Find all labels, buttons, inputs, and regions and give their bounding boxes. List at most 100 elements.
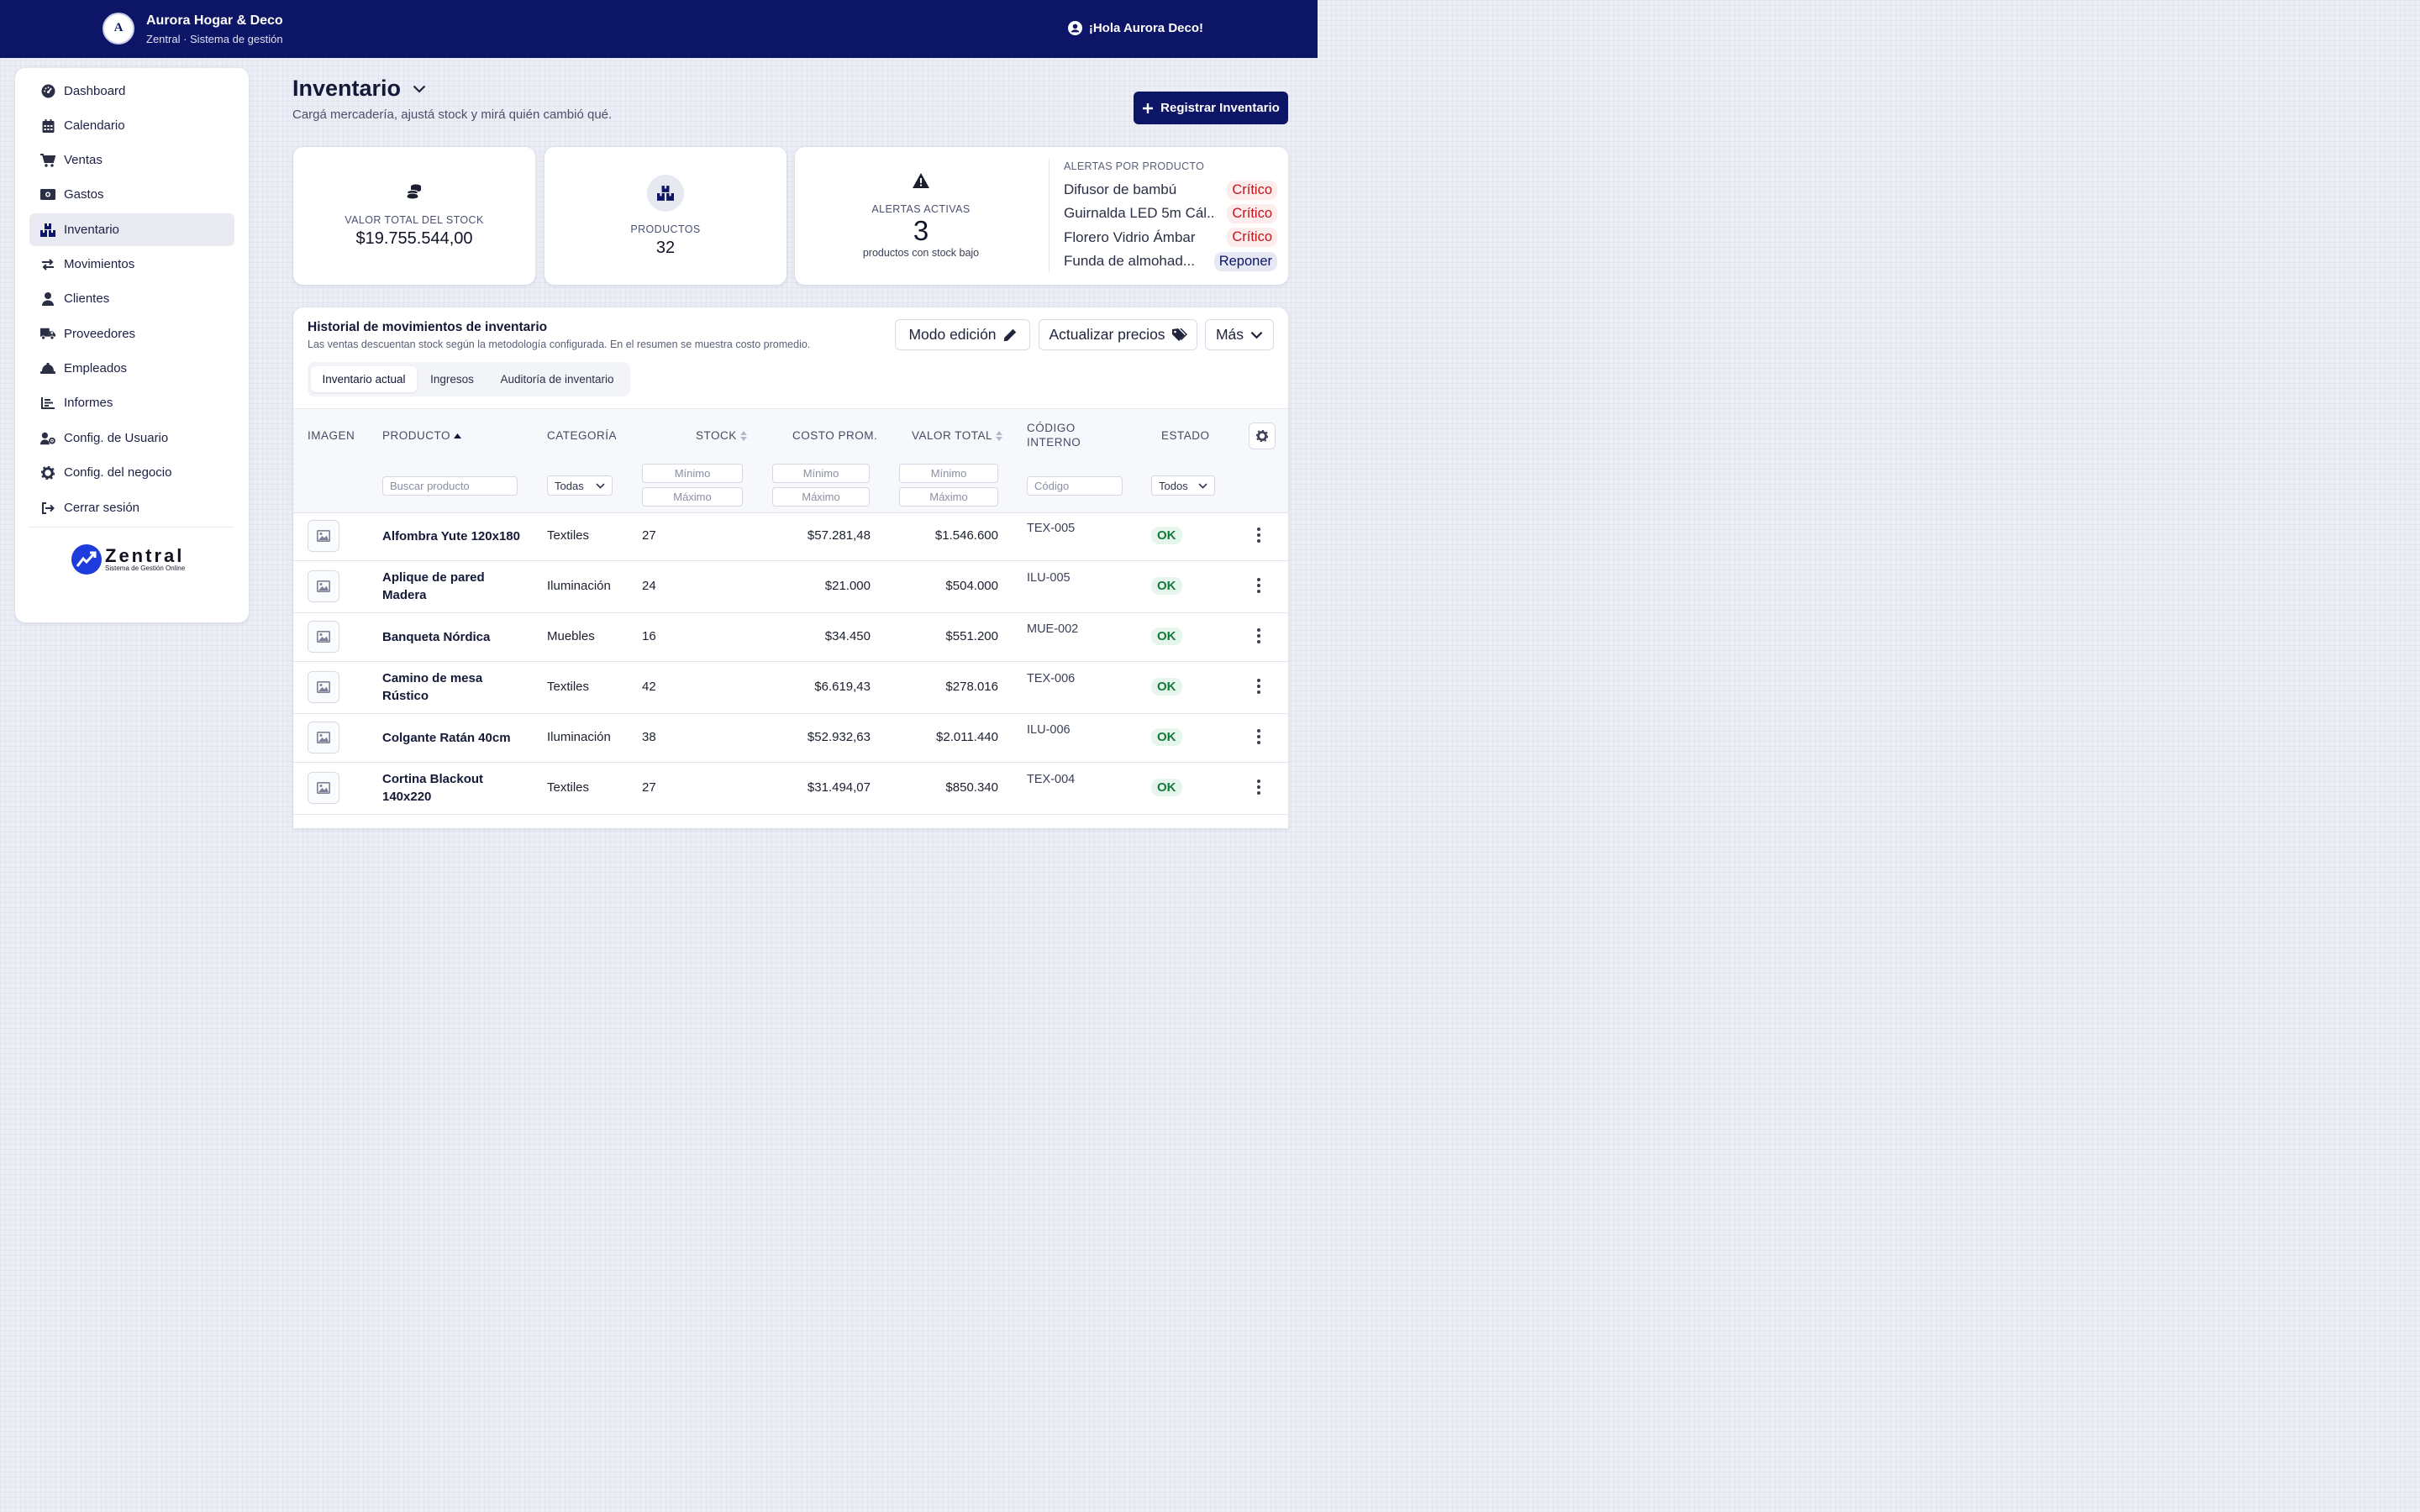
money-icon (40, 187, 55, 202)
chevron-down-icon (1198, 483, 1207, 489)
alert-product-name: Florero Vidrio Ámbar (1064, 228, 1196, 245)
active-alerts-caption: productos con stock bajo (862, 247, 980, 259)
table-row[interactable]: Cortina Blackout 140x220 Textiles 27 $31… (293, 763, 1288, 815)
tab-auditoria[interactable]: Auditoría de inventario (487, 366, 627, 392)
brand-subtitle: Zentral · Sistema de gestión (146, 33, 283, 45)
row-menu-icon[interactable] (1256, 679, 1261, 694)
column-header-avg-cost: COSTO PROM. (792, 429, 878, 442)
status-badge: OK (1151, 577, 1182, 595)
alert-item[interactable]: Guirnalda LED 5m Cál... Crítico (1064, 202, 1277, 225)
edit-mode-button[interactable]: Modo edición (895, 319, 1030, 350)
alert-item[interactable]: Difusor de bambú Crítico (1064, 178, 1277, 202)
active-alerts-label: ALERTAS ACTIVAS (871, 203, 971, 215)
cost-min-input[interactable]: Mínimo (772, 464, 870, 483)
brand-name: Aurora Hogar & Deco (146, 13, 283, 28)
sidebar-item-label: Empleados (64, 361, 128, 375)
alert-product-name: Difusor de bambú (1064, 181, 1177, 198)
product-stock: 27 (642, 780, 656, 795)
image-placeholder-icon[interactable] (308, 722, 339, 753)
sidebar-item-gastos[interactable]: Gastos (29, 178, 234, 211)
alert-item[interactable]: Funda de almohad... Reponer (1064, 249, 1277, 273)
register-inventory-button[interactable]: Registrar Inventario (1134, 92, 1288, 124)
row-menu-icon[interactable] (1256, 729, 1261, 744)
tab-inventario-actual[interactable]: Inventario actual (311, 366, 417, 392)
image-placeholder-icon[interactable] (308, 621, 339, 653)
sidebar-item-config-usuario[interactable]: Config. de Usuario (29, 422, 234, 454)
sidebar-item-dashboard[interactable]: Dashboard (29, 75, 234, 108)
sidebar-item-ventas[interactable]: Ventas (29, 144, 234, 176)
row-menu-icon[interactable] (1256, 628, 1261, 643)
product-name: Cortina Blackout 140x220 (382, 772, 484, 804)
calendar-icon (40, 118, 55, 134)
cost-max-input[interactable]: Máximo (772, 487, 870, 507)
sidebar-item-proveedores[interactable]: Proveedores (29, 318, 234, 350)
sidebar-item-informes[interactable]: Informes (29, 386, 234, 419)
value-min-input[interactable]: Mínimo (899, 464, 998, 483)
image-placeholder-icon[interactable] (308, 772, 339, 804)
chart-icon (40, 396, 55, 411)
chevron-down-icon[interactable] (413, 85, 426, 93)
plus-icon (1143, 102, 1154, 113)
user-greeting[interactable]: ¡Hola Aurora Deco! (1067, 21, 1203, 35)
category-filter-select[interactable]: Todas (547, 475, 613, 496)
row-menu-icon[interactable] (1256, 578, 1261, 593)
product-avg-cost: $57.281,48 (807, 528, 871, 543)
sidebar-item-config-negocio[interactable]: Config. del negocio (29, 456, 234, 489)
status-badge: OK (1151, 728, 1182, 746)
table-row[interactable]: Camino de mesa Rústico Textiles 42 $6.61… (293, 662, 1288, 714)
table-row[interactable]: Banqueta Nórdica Muebles 16 $34.450 $551… (293, 613, 1288, 662)
chevron-down-icon (1250, 331, 1263, 339)
product-code: TEX-004 (1027, 773, 1076, 786)
edit-mode-label: Modo edición (908, 326, 997, 343)
stock-value-card: VALOR TOTAL DEL STOCK $19.755.544,00 (293, 147, 535, 285)
column-header-total-value[interactable]: VALOR TOTAL (912, 429, 1003, 442)
sidebar-item-calendario[interactable]: Calendario (29, 109, 234, 142)
sidebar-item-clientes[interactable]: Clientes (29, 282, 234, 315)
product-code: ILU-005 (1027, 571, 1071, 585)
product-code: MUE-002 (1027, 622, 1079, 636)
status-badge: OK (1151, 779, 1182, 796)
value-max-input[interactable]: Máximo (899, 487, 998, 507)
alert-status-badge: Reponer (1213, 251, 1277, 271)
alert-product-name: Guirnalda LED 5m Cál... (1064, 205, 1215, 222)
active-alerts-summary: ALERTAS ACTIVAS 3 productos con stock ba… (795, 147, 1047, 285)
alert-item[interactable]: Florero Vidrio Ámbar Crítico (1064, 226, 1277, 249)
code-filter-input[interactable]: Código (1027, 476, 1123, 496)
product-category: Muebles (547, 629, 595, 643)
product-total-value: $504.000 (945, 579, 998, 593)
sidebar-item-empleados[interactable]: Empleados (29, 352, 234, 385)
product-name: Alfombra Yute 120x180 (382, 529, 520, 543)
product-avg-cost: $6.619,43 (814, 680, 871, 694)
tab-ingresos[interactable]: Ingresos (422, 366, 482, 392)
product-stock: 16 (642, 629, 656, 643)
row-menu-icon[interactable] (1256, 780, 1261, 795)
table-settings-button[interactable] (1249, 423, 1276, 449)
image-placeholder-icon[interactable] (308, 520, 339, 552)
product-search-input[interactable]: Buscar producto (382, 476, 518, 496)
column-header-stock[interactable]: STOCK (696, 429, 747, 442)
status-filter-select[interactable]: Todos (1151, 475, 1215, 496)
product-category: Iluminación (547, 579, 611, 593)
sidebar-item-cerrar-sesion[interactable]: Cerrar sesión (29, 491, 234, 524)
sort-icon (739, 430, 747, 441)
column-header-product[interactable]: PRODUCTO (382, 429, 462, 442)
stock-min-input[interactable]: Mínimo (642, 464, 743, 483)
page-title[interactable]: Inventario (292, 76, 426, 102)
table-row[interactable]: Aplique de pared Madera Iluminación 24 $… (293, 561, 1288, 613)
table-row[interactable]: Colgante Ratán 40cm Iluminación 38 $52.9… (293, 714, 1288, 763)
stock-max-input[interactable]: Máximo (642, 487, 743, 507)
sidebar-item-label: Ventas (64, 153, 103, 167)
table-row[interactable]: Alfombra Yute 120x180 Textiles 27 $57.28… (293, 512, 1288, 561)
sidebar-item-movimientos[interactable]: Movimientos (29, 248, 234, 281)
table-header: IMAGEN PRODUCTO CATEGORÍA STOCK COSTO PR… (293, 408, 1288, 513)
update-prices-button[interactable]: Actualizar precios (1039, 319, 1197, 350)
image-placeholder-icon[interactable] (308, 570, 339, 602)
products-count: 32 (655, 238, 676, 257)
image-placeholder-icon[interactable] (308, 671, 339, 703)
row-menu-icon[interactable] (1256, 528, 1261, 543)
sidebar-item-inventario[interactable]: Inventario (29, 213, 234, 246)
more-button[interactable]: Más (1205, 319, 1274, 350)
product-avg-cost: $34.450 (824, 629, 871, 643)
business-logo[interactable]: A (103, 13, 134, 45)
stock-value: $19.755.544,00 (355, 228, 473, 248)
